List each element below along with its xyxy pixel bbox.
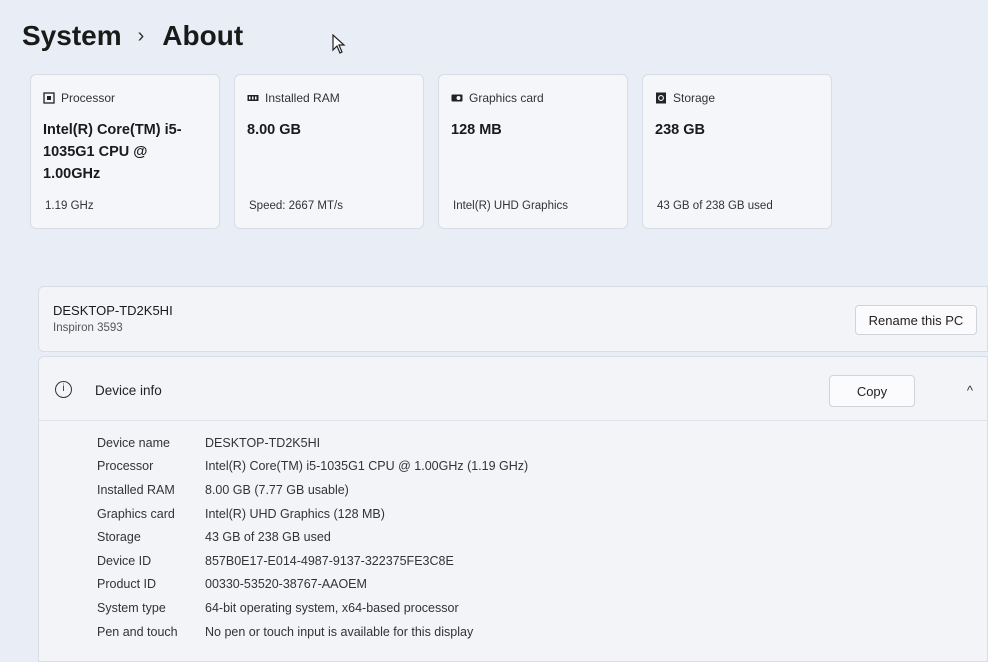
copy-button[interactable]: Copy xyxy=(829,375,915,407)
spec-key: Device name xyxy=(97,435,170,450)
card-value: 8.00 GB xyxy=(247,122,301,138)
spec-value: DESKTOP-TD2K5HI xyxy=(205,435,321,450)
spec-key: Product ID xyxy=(97,577,157,592)
spec-cards: Processor Intel(R) Core(TM) i5-1035G1 CP… xyxy=(30,74,832,229)
breadcrumb-separator: › xyxy=(137,24,145,47)
spec-key: Pen and touch xyxy=(97,624,178,639)
chevron-up-icon[interactable]: ^ xyxy=(967,383,973,398)
card-sub: 1.19 GHz xyxy=(45,200,94,212)
card-installed-ram: Installed RAM 8.00 GB Speed: 2667 MT/s xyxy=(234,74,424,229)
spec-value: Intel(R) UHD Graphics (128 MB) xyxy=(205,506,385,521)
card-sub: 43 GB of 238 GB used xyxy=(657,200,773,212)
card-storage: Storage 238 GB 43 GB of 238 GB used xyxy=(642,74,832,229)
spec-row: Storage 43 GB of 238 GB used xyxy=(97,525,528,549)
card-label: Installed RAM xyxy=(265,91,340,105)
spec-row: Product ID 00330-53520-38767-AAOEM xyxy=(97,573,528,597)
card-value: Intel(R) Core(TM) i5-1035G1 CPU @ 1.00GH… xyxy=(43,122,182,182)
spec-value: 857B0E17-E014-4987-9137-322375FE3C8E xyxy=(205,553,454,568)
spec-row: Device ID 857B0E17-E014-4987-9137-322375F… xyxy=(97,549,528,573)
processor-icon xyxy=(43,92,55,104)
device-info-panel: i Device info Copy ^ Device name DESKTOP-… xyxy=(38,356,988,662)
device-info-title: Device info xyxy=(95,383,162,398)
rename-pc-button[interactable]: Rename this PC xyxy=(855,305,977,335)
spec-row: Processor Intel(R) Core(TM) i5-1035G1 CPU… xyxy=(97,455,528,479)
card-sub: Speed: 2667 MT/s xyxy=(249,200,343,212)
spec-row: Installed RAM 8.00 GB (7.77 GB usable) xyxy=(97,478,528,502)
mouse-cursor-icon xyxy=(332,34,346,54)
spec-key: Processor xyxy=(97,459,154,474)
graphics-card-icon xyxy=(451,94,463,102)
device-info-table: Device name DESKTOP-TD2K5HI Processor Inte… xyxy=(97,431,528,643)
card-label: Processor xyxy=(61,91,116,105)
pc-name: DESKTOP-TD2K5HI xyxy=(53,303,173,318)
card-sub: Intel(R) UHD Graphics xyxy=(453,200,569,212)
device-info-header[interactable]: i Device info Copy ^ xyxy=(39,357,987,421)
storage-icon xyxy=(656,92,666,104)
breadcrumb: System › About xyxy=(22,20,243,52)
spec-key: System type xyxy=(97,600,166,615)
spec-row: Pen and touch No pen or touch input is av… xyxy=(97,620,528,644)
spec-value: 64-bit operating system, x64-based proce… xyxy=(205,600,459,615)
spec-value: 43 GB of 238 GB used xyxy=(205,530,331,545)
spec-value: 8.00 GB (7.77 GB usable) xyxy=(205,482,349,497)
card-value: 238 GB xyxy=(655,122,705,138)
card-value: 128 MB xyxy=(451,122,502,138)
page-title: About xyxy=(162,20,244,51)
ram-icon xyxy=(247,95,259,101)
spec-row: Device name DESKTOP-TD2K5HI xyxy=(97,431,528,455)
card-graphics-card: Graphics card 128 MB Intel(R) UHD Graphi… xyxy=(438,74,628,229)
spec-key: Storage xyxy=(97,530,141,545)
spec-row: System type 64-bit operating system, x64-… xyxy=(97,596,528,620)
spec-value: 00330-53520-38767-AAOEM xyxy=(205,577,367,592)
spec-value: No pen or touch input is available for t… xyxy=(205,624,474,639)
spec-key: Installed RAM xyxy=(97,482,175,497)
spec-key: Device ID xyxy=(97,553,152,568)
card-label: Storage xyxy=(673,91,716,105)
spec-key: Graphics card xyxy=(97,506,175,521)
spec-row: Graphics card Intel(R) UHD Graphics (128 … xyxy=(97,502,528,526)
pc-model: Inspiron 3593 xyxy=(53,322,123,334)
pc-name-bar: DESKTOP-TD2K5HI Inspiron 3593 Rename thi… xyxy=(38,286,988,352)
spec-value: Intel(R) Core(TM) i5-1035G1 CPU @ 1.00GH… xyxy=(205,459,529,474)
card-label: Graphics card xyxy=(469,91,544,105)
card-processor: Processor Intel(R) Core(TM) i5-1035G1 CP… xyxy=(30,74,220,229)
info-icon: i xyxy=(55,381,72,398)
breadcrumb-system-link[interactable]: System xyxy=(22,20,122,52)
